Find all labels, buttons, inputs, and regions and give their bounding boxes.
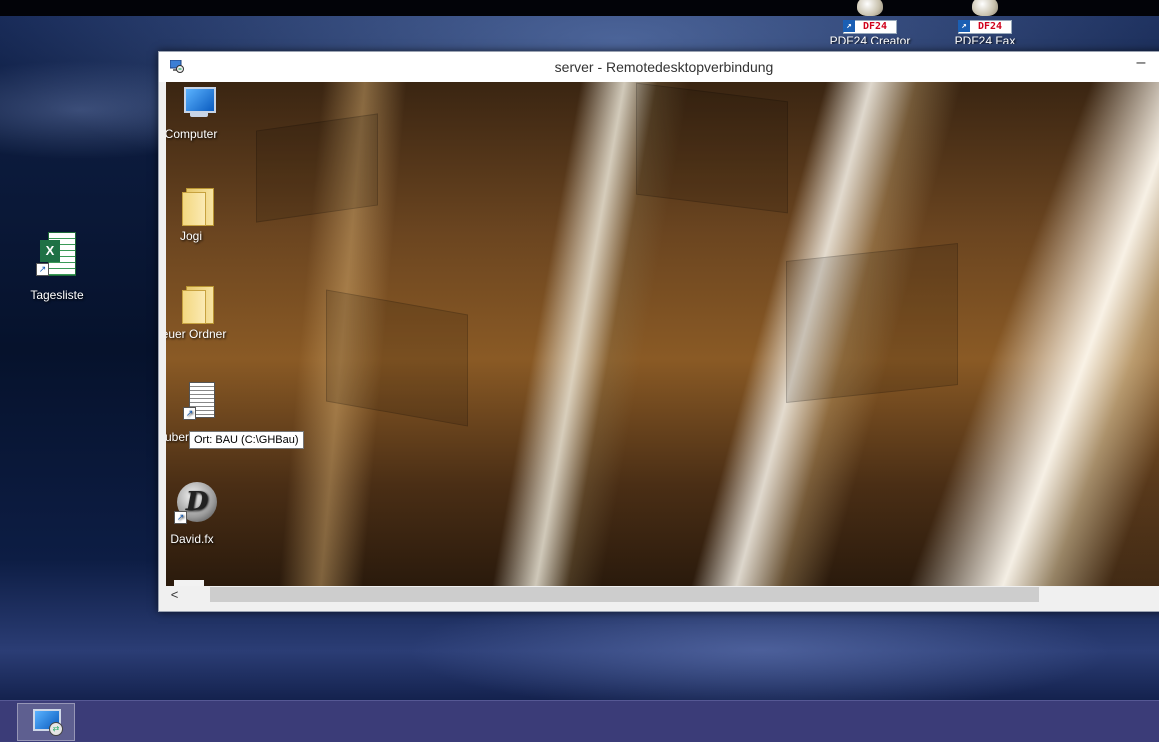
horizontal-scrollbar[interactable]: < <box>166 586 1159 603</box>
remote-desktop-viewport[interactable]: Computer Jogi euer Ordner ↗ uber D ↗ Dav… <box>166 82 1159 586</box>
pdf24-badge: ↗ DF24 <box>958 20 1012 34</box>
remote-icon-label: Computer <box>166 127 218 141</box>
monitor-stand-shape <box>190 111 208 117</box>
pdf24-creator-icon <box>857 0 883 16</box>
window-titlebar[interactable]: server - Remotedesktopverbindung – <box>159 52 1159 82</box>
folder-front-shape <box>182 192 206 226</box>
remote-icon-david-fx[interactable]: D ↗ David.fx <box>166 482 228 546</box>
remote-icon-label: Jogi <box>179 229 202 243</box>
shortcut-arrow-icon: ↗ <box>174 511 187 524</box>
shortcut-arrow-icon: ↗ <box>843 20 855 32</box>
tooltip: Ort: BAU (C:\GHBau) <box>189 431 304 449</box>
remote-icon-label: euer Ordner <box>166 327 227 341</box>
shortcut-arrow-icon: ↗ <box>36 263 49 276</box>
wallpaper-slab <box>326 289 468 427</box>
minimize-button[interactable]: – <box>1131 54 1151 72</box>
remote-icon-neuer-ordner[interactable]: euer Ordner <box>166 282 228 341</box>
taskbar: ⇄ <box>0 700 1159 742</box>
wallpaper-slab <box>636 82 788 214</box>
folder-front-shape <box>182 290 206 324</box>
desktop-icon-pdf24-creator[interactable]: ↗ DF24 PDF24 Creator <box>822 0 918 44</box>
folder-icon <box>182 184 214 226</box>
remote-icon-label: David.fx <box>170 532 214 546</box>
folder-icon <box>182 282 214 324</box>
remote-icon-computer[interactable]: Computer <box>166 87 228 141</box>
wallpaper-slab <box>256 113 378 223</box>
wallpaper-slab <box>786 242 958 404</box>
excel-x-glyph: X <box>40 240 60 262</box>
desktop-icon-label: PDF24 Creator <box>829 34 911 44</box>
taskbar-item-remote-desktop[interactable]: ⇄ <box>17 703 75 741</box>
pdf24-badge: ↗ DF24 <box>843 20 897 34</box>
desktop-icon-label: PDF24 Fax <box>954 34 1016 44</box>
document-shortcut-icon: ↗ <box>181 382 215 420</box>
shortcut-arrow-icon: ↗ <box>183 407 196 420</box>
pdf24-badge-text: DF24 <box>977 21 1003 32</box>
computer-icon <box>180 87 216 117</box>
monitor-screen-shape <box>184 87 216 113</box>
david-fx-icon: D ↗ <box>174 482 220 524</box>
window-title: server - Remotedesktopverbindung <box>554 59 774 75</box>
desktop-icon-pdf24-fax[interactable]: ↗ DF24 PDF24 Fax <box>937 0 1033 44</box>
shortcut-arrow-icon: ↗ <box>958 20 970 32</box>
connection-badge-icon: ⇄ <box>49 722 63 736</box>
remote-desktop-window[interactable]: server - Remotedesktopverbindung – Compu… <box>158 51 1159 612</box>
scroll-left-button[interactable]: < <box>166 586 183 603</box>
pdf24-badge-text: DF24 <box>862 21 888 32</box>
excel-shortcut-icon: X ↗ <box>36 230 78 276</box>
desktop-icon-tagesliste[interactable]: X ↗ Tagesliste <box>17 230 97 302</box>
pdf24-fax-icon <box>972 0 998 16</box>
remote-icon-jogi[interactable]: Jogi <box>166 184 228 243</box>
scrollbar-thumb[interactable] <box>210 587 1039 602</box>
desktop-icon-label: Tagesliste <box>30 288 84 302</box>
